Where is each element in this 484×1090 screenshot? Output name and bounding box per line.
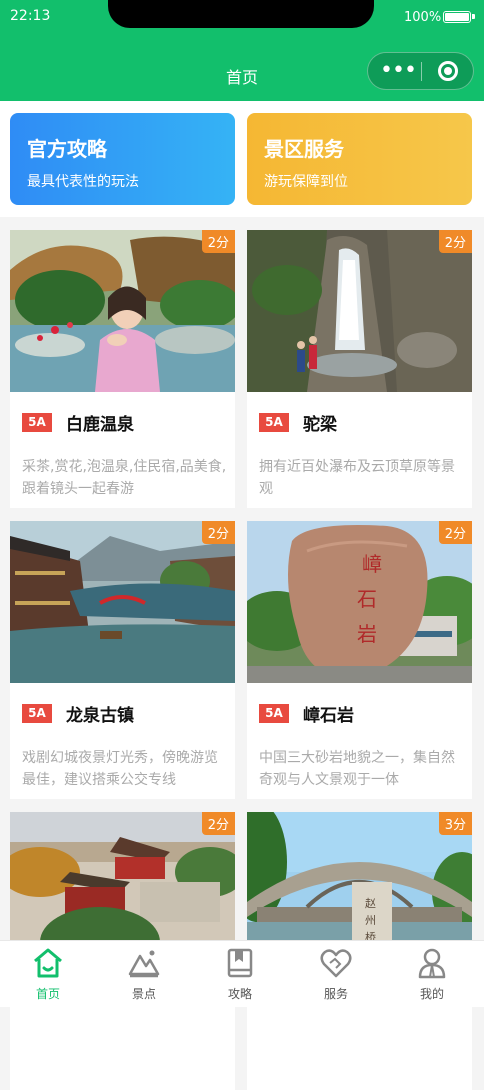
book-icon (227, 948, 253, 978)
home-icon (34, 948, 62, 978)
mini-program-capsule: ••• (367, 52, 474, 90)
level-tag: 5A (259, 413, 289, 432)
status-time: 22:13 (10, 8, 51, 24)
svg-text:州: 州 (365, 914, 376, 927)
tab-label: 攻略 (227, 987, 252, 1001)
rating-badge: 2分 (201, 812, 235, 835)
scenic-name: 嶂石岩 (303, 706, 354, 726)
bottom-tab-bar: 首页 景点 攻略 服务 我的 (0, 940, 484, 1007)
scenic-photo (10, 230, 235, 392)
level-tag: 5A (259, 704, 289, 723)
official-guide-card[interactable]: 官方攻略 最具代表性的玩法 (10, 113, 235, 205)
promo-section: 官方攻略 最具代表性的玩法 景区服务 游玩保障到位 (0, 101, 484, 217)
svg-text:嶂: 嶂 (362, 552, 382, 576)
rating-badge: 2分 (201, 230, 235, 253)
tab-label: 景点 (131, 987, 156, 1001)
promo-title: 官方攻略 (27, 137, 107, 161)
scenic-name: 白鹿温泉 (66, 415, 134, 435)
scenic-service-card[interactable]: 景区服务 游玩保障到位 (247, 113, 472, 205)
battery-icon (443, 11, 475, 23)
level-tag: 5A (22, 704, 52, 723)
battery-percentage: 100% (404, 10, 442, 25)
scenic-card[interactable]: 2分 5A 龙泉古镇 戏剧幻城夜景灯光秀，傍晚游览最佳，建议搭乘公交专线 (10, 521, 235, 799)
scenic-description: 中国三大砂岩地貌之一，集自然奇观与人文景观于一体 (259, 750, 455, 788)
top-navigation-bar: 22:13 100% 首页 ••• (0, 0, 484, 101)
more-icon[interactable]: ••• (380, 60, 417, 82)
tab-mine[interactable]: 我的 (384, 941, 480, 1008)
promo-subtitle: 最具代表性的玩法 (27, 174, 139, 190)
scenic-photo (10, 521, 235, 683)
promo-title: 景区服务 (264, 137, 344, 161)
tab-home[interactable]: 首页 (0, 941, 96, 1008)
tab-label: 服务 (323, 987, 348, 1001)
tab-guides[interactable]: 攻略 (192, 941, 288, 1008)
scenic-description: 戏剧幻城夜景灯光秀，傍晚游览最佳，建议搭乘公交专线 (22, 750, 218, 788)
rating-badge: 2分 (438, 230, 472, 253)
scenic-description: 拥有近百处瀑布及云顶草原等景观 (259, 459, 455, 497)
scenic-photo: 嶂 石 岩 (247, 521, 472, 683)
scenic-name: 龙泉古镇 (66, 706, 134, 726)
tab-scenic-spots[interactable]: 景点 (96, 941, 192, 1008)
promo-subtitle: 游玩保障到位 (264, 174, 348, 190)
scenic-name: 驼梁 (303, 415, 337, 435)
level-tag: 5A (22, 413, 52, 432)
user-icon (418, 948, 446, 979)
scenic-card[interactable]: 嶂 石 岩 2分 5A 嶂石岩 中国三大砂岩地貌之一，集自然奇观与人文景观于一体 (247, 521, 472, 799)
scenic-card[interactable]: 2分 5A 白鹿温泉 采茶,赏花,泡温泉,住民宿,品美食,跟着镜头一起春游 (10, 230, 235, 508)
scenic-description: 采茶,赏花,泡温泉,住民宿,品美食,跟着镜头一起春游 (22, 459, 227, 497)
heart-handshake-icon (320, 949, 352, 978)
tab-label: 我的 (419, 987, 444, 1001)
tab-label: 首页 (35, 987, 60, 1001)
device-notch (108, 0, 374, 28)
rating-badge: 3分 (438, 812, 472, 835)
svg-text:岩: 岩 (357, 622, 377, 646)
scenic-card[interactable]: 2分 5A 驼梁 拥有近百处瀑布及云顶草原等景观 (247, 230, 472, 508)
mountain-icon (128, 950, 160, 978)
tab-services[interactable]: 服务 (288, 941, 384, 1008)
svg-text:石: 石 (357, 587, 377, 611)
rating-badge: 2分 (201, 521, 235, 544)
svg-text:赵: 赵 (365, 896, 376, 910)
close-target-icon[interactable] (438, 61, 458, 81)
scenic-photo (247, 230, 472, 392)
capsule-divider (421, 62, 422, 81)
rating-badge: 2分 (438, 521, 472, 544)
